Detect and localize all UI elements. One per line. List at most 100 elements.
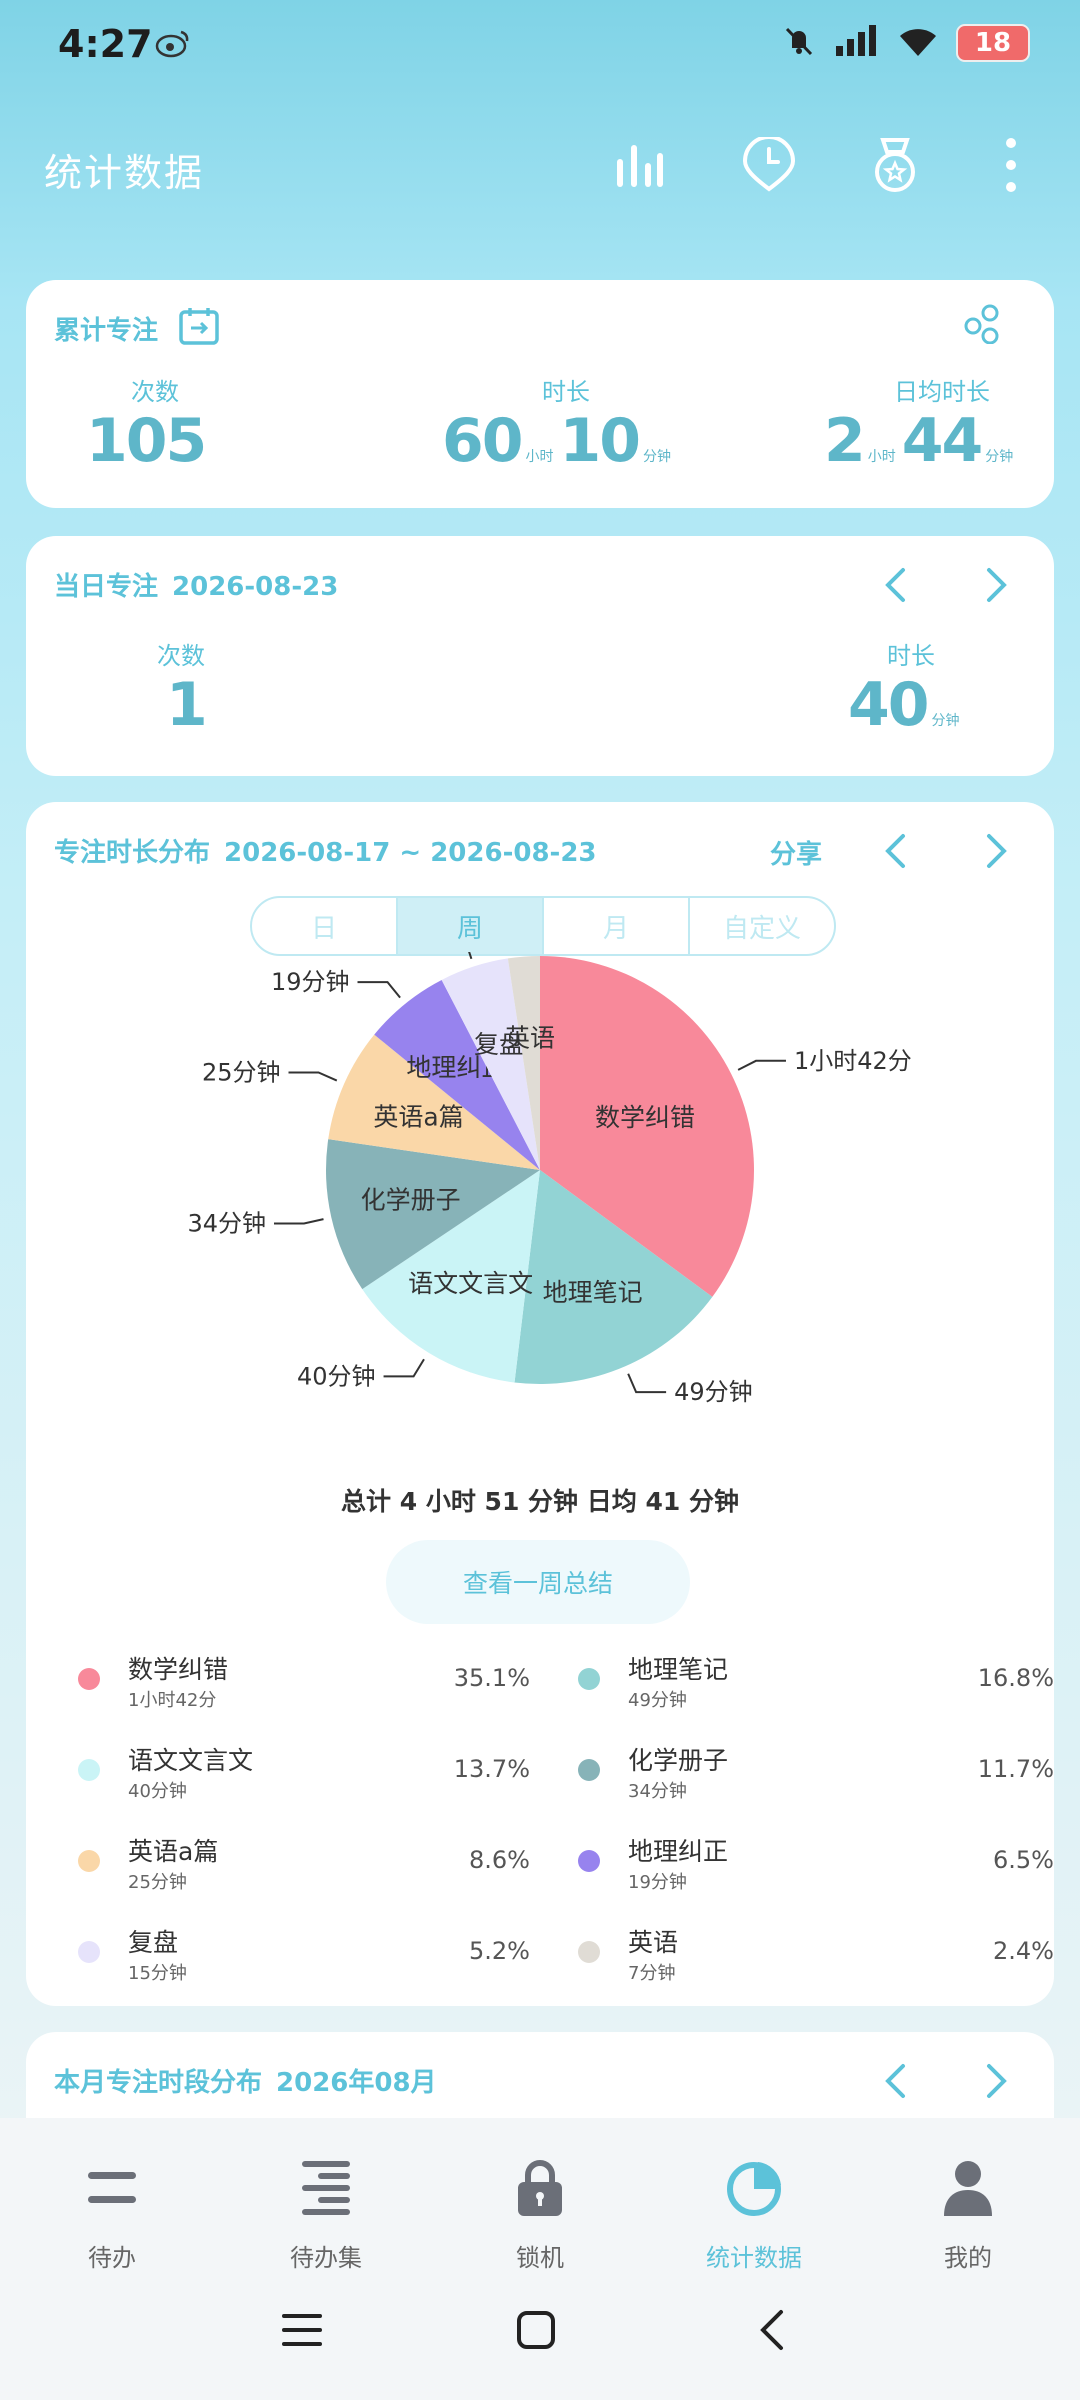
legend-name: 英语 xyxy=(628,1928,679,1957)
status-time: 4:27 xyxy=(58,22,153,66)
system-back-button[interactable] xyxy=(742,2300,802,2360)
system-menu-button[interactable] xyxy=(272,2300,332,2360)
pie-duration-label-6: 15分钟 xyxy=(349,952,428,954)
legend-color-dot xyxy=(78,1850,100,1872)
legend-item[interactable]: 化学册子 34分钟 11.7% xyxy=(578,1741,1054,1811)
legend-duration: 25分钟 xyxy=(128,1872,187,1893)
legend-percent: 13.7% xyxy=(453,1755,530,1783)
pie-slice-label-3: 化学册子 xyxy=(361,1185,461,1214)
legend-name: 英语a篇 xyxy=(128,1837,219,1866)
pie-slice-label-1: 地理笔记 xyxy=(543,1278,643,1307)
medal-icon[interactable] xyxy=(860,130,930,200)
legend-percent: 35.1% xyxy=(453,1664,530,1692)
prev-range-button[interactable] xyxy=(870,826,920,876)
legend-percent: 8.6% xyxy=(469,1846,530,1874)
legend-name: 复盘 xyxy=(128,1928,179,1957)
nav-todo[interactable]: 待办 xyxy=(32,2148,192,2273)
share-nodes-icon[interactable] xyxy=(962,304,1004,348)
tab-day[interactable]: 日 xyxy=(252,898,398,954)
daily-average-label: 日均时长 xyxy=(894,378,990,406)
count-label: 次数 xyxy=(131,378,179,406)
summary-text: 总计 4 小时 51 分钟 日均 41 分钟 xyxy=(341,1487,739,1516)
legend-duration: 7分钟 xyxy=(628,1963,676,1984)
pie-slice-label-7: 英语 xyxy=(505,1024,555,1053)
weibo-icon xyxy=(155,28,191,62)
card-title: 本月专注时段分布 2026年08月 xyxy=(54,2068,437,2098)
prev-month-button[interactable] xyxy=(870,2056,920,2106)
next-range-button[interactable] xyxy=(972,826,1022,876)
duration-value: 40 分钟 xyxy=(848,670,960,740)
pie-slice-label-0: 数学纠错 xyxy=(595,1103,695,1132)
pie-leader-line-0 xyxy=(737,1059,786,1071)
pie-duration-label-4: 25分钟 xyxy=(202,1058,281,1086)
tab-week[interactable]: 周 xyxy=(398,898,544,954)
pie-leader-line-3 xyxy=(273,1218,324,1225)
legend-color-dot xyxy=(578,1668,600,1690)
pie-duration-label-5: 19分钟 xyxy=(271,968,350,996)
legend-percent: 2.4% xyxy=(993,1937,1054,1965)
statistics-icon xyxy=(674,2148,834,2228)
duration-value: 60 小时 10 分钟 xyxy=(442,406,671,476)
pie-leader-line-4 xyxy=(288,1071,338,1082)
page-title: 统计数据 xyxy=(44,151,205,195)
legend-color-dot xyxy=(78,1941,100,1963)
share-button[interactable]: 分享 xyxy=(770,834,822,871)
next-day-button[interactable] xyxy=(972,560,1022,610)
lock-icon xyxy=(460,2148,620,2228)
week-summary-button[interactable]: 查看一周总结 xyxy=(386,1540,690,1624)
pie-duration-label-1: 49分钟 xyxy=(674,1378,753,1406)
daily-average-value: 2 小时 44 分钟 xyxy=(824,406,1014,476)
card-title: 专注时长分布 2026-08-17 ~ 2026-08-23 xyxy=(54,838,597,868)
nav-lock[interactable]: 锁机 xyxy=(460,2148,620,2273)
legend-color-dot xyxy=(578,1941,600,1963)
count-value: 1 xyxy=(166,670,208,740)
profile-icon xyxy=(888,2148,1048,2228)
legend-item[interactable]: 地理纠正 19分钟 6.5% xyxy=(578,1832,1054,1902)
todo-collection-icon xyxy=(246,2148,406,2228)
legend-item[interactable]: 复盘 15分钟 5.2% xyxy=(78,1923,530,1993)
legend-item[interactable]: 地理笔记 49分钟 16.8% xyxy=(578,1650,1054,1720)
daily-focus-card: 当日专注 2026-08-23 次数 1 时长 40 分钟 xyxy=(26,536,1054,776)
pie-slice-label-2: 语文文言文 xyxy=(408,1269,533,1298)
next-month-button[interactable] xyxy=(972,2056,1022,2106)
more-menu-icon[interactable] xyxy=(976,130,1046,200)
wifi-icon xyxy=(898,24,938,62)
cumulative-focus-card: 累计专注 次数 105 时长 60 小时 10 分钟 日均时长 2 小时 44 分钟 xyxy=(26,280,1054,508)
card-title: 累计专注 xyxy=(54,316,159,346)
system-home-button[interactable] xyxy=(506,2300,566,2360)
legend-item[interactable]: 英语 7分钟 2.4% xyxy=(578,1923,1054,1993)
legend-name: 数学纠错 xyxy=(128,1655,229,1684)
legend-item[interactable]: 语文文言文 40分钟 13.7% xyxy=(78,1741,530,1811)
calendar-icon[interactable] xyxy=(178,306,220,350)
pie-slice-label-4: 英语a篇 xyxy=(373,1103,463,1132)
battery-indicator: 18 xyxy=(956,24,1030,62)
pie-leader-line-2 xyxy=(383,1358,425,1378)
nav-profile[interactable]: 我的 xyxy=(888,2148,1048,2273)
todo-icon xyxy=(32,2148,192,2228)
tab-month[interactable]: 月 xyxy=(544,898,690,954)
chart-bars-icon[interactable] xyxy=(604,130,674,200)
legend-duration: 19分钟 xyxy=(628,1872,687,1893)
tab-custom[interactable]: 自定义 xyxy=(690,898,834,954)
focus-distribution-card: 专注时长分布 2026-08-17 ~ 2026-08-23 分享 日 周 月 自… xyxy=(26,802,1054,2006)
legend-item[interactable]: 英语a篇 25分钟 8.6% xyxy=(78,1832,530,1902)
count-value: 105 xyxy=(86,406,207,476)
legend-color-dot xyxy=(78,1759,100,1781)
pie-duration-label-2: 40分钟 xyxy=(297,1362,376,1390)
legend-duration: 34分钟 xyxy=(628,1781,687,1802)
nav-todo-collection[interactable]: 待办集 xyxy=(246,2148,406,2273)
pie-leader-line-5 xyxy=(357,981,401,999)
legend-item[interactable]: 数学纠错 1小时42分 35.1% xyxy=(78,1650,530,1720)
pie-duration-label-0: 1小时42分 xyxy=(794,1047,912,1075)
legend-duration: 49分钟 xyxy=(628,1690,687,1711)
legend-color-dot xyxy=(578,1759,600,1781)
legend-percent: 16.8% xyxy=(977,1664,1054,1692)
signal-icon xyxy=(834,24,880,62)
legend-duration: 1小时42分 xyxy=(128,1690,217,1711)
clock-icon[interactable] xyxy=(734,130,804,200)
card-title: 当日专注 2026-08-23 xyxy=(54,572,339,602)
nav-statistics[interactable]: 统计数据 xyxy=(674,2148,834,2273)
prev-day-button[interactable] xyxy=(870,560,920,610)
legend-duration: 15分钟 xyxy=(128,1963,187,1984)
status-icons: 18 xyxy=(782,24,1030,62)
